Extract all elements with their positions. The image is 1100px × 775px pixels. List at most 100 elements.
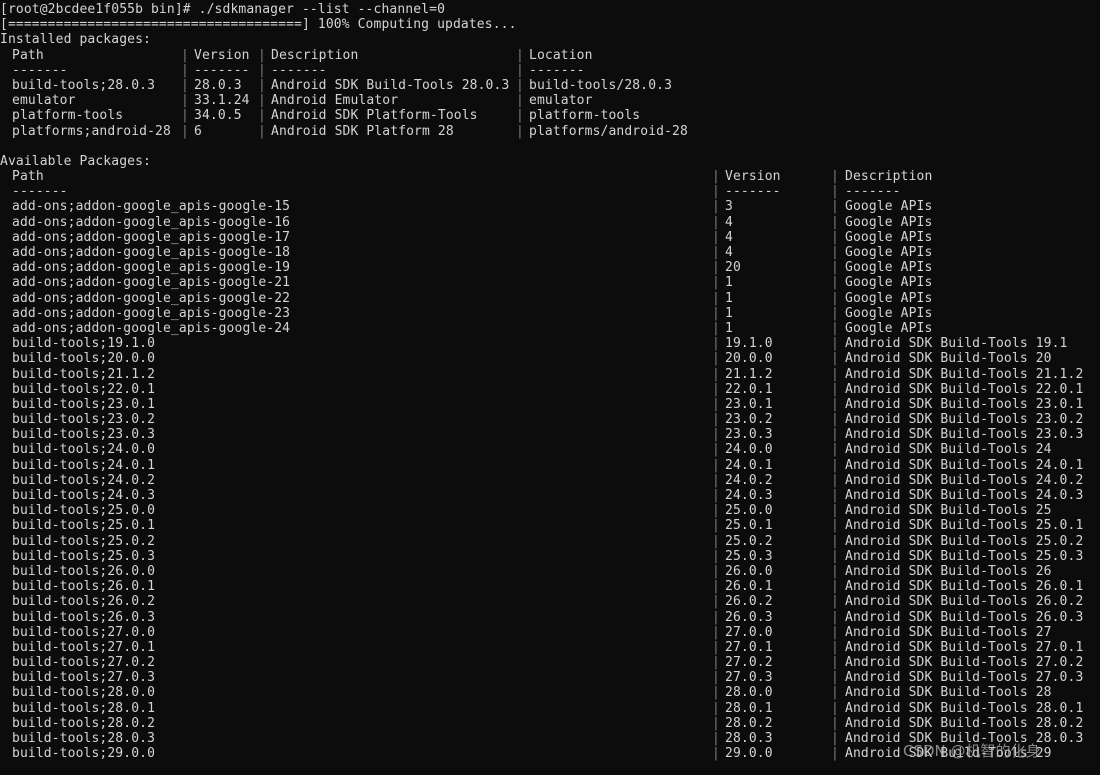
underline-location: ------- [529, 62, 585, 78]
available-cell-description: Android SDK Build-Tools 28 [845, 685, 1052, 701]
table-row: build-tools;25.0.0 | 25.0.0 | Android SDK Bu… [0, 503, 1100, 518]
available-cell-version: 29.0.0 [725, 746, 773, 762]
table-row: build-tools;28.0.3 | 28.0.3 | Android SDK Bu… [0, 731, 1100, 746]
table-row: build-tools;25.0.3 | 25.0.3 | Android SDK Bu… [0, 549, 1100, 564]
column-separator-icon: | [831, 275, 839, 291]
available-cell-path: add-ons;addon-google_apis-google-18 [12, 245, 291, 260]
available-cell-path: build-tools;28.0.1 [12, 700, 156, 716]
available-cell-version: 4 [725, 245, 733, 260]
available-cell-description: Android SDK Build-Tools 25.0.3 [845, 548, 1084, 564]
column-separator-icon: | [712, 336, 720, 352]
table-row: build-tools;24.0.0 | 24.0.0 | Android SDK Bu… [0, 442, 1100, 457]
column-separator-icon: | [831, 245, 839, 260]
column-separator-icon: | [712, 245, 720, 260]
available-cell-version: 3 [725, 199, 733, 215]
table-row: add-ons;addon-google_apis-google-24 | 1 | Go… [0, 321, 1100, 336]
table-row: build-tools;24.0.1 | 24.0.1 | Android SDK Bu… [0, 458, 1100, 473]
installed-cell-description: Android SDK Platform-Tools [271, 108, 478, 124]
table-row: add-ons;addon-google_apis-google-22 | 1 | Go… [0, 291, 1100, 306]
available-cell-description: Android SDK Build-Tools 26.0.1 [845, 579, 1084, 595]
available-cell-version: 24.0.0 [725, 442, 773, 458]
available-cell-description: Android SDK Build-Tools 26 [845, 563, 1052, 579]
available-cell-version: 23.0.2 [725, 412, 773, 428]
available-cell-path: build-tools;21.1.2 [12, 366, 156, 382]
available-cell-path: add-ons;addon-google_apis-google-19 [12, 260, 291, 276]
table-row: build-tools;27.0.1 | 27.0.1 | Android SDK Bu… [0, 640, 1100, 655]
available-cell-path: build-tools;24.0.0 [12, 442, 156, 458]
available-cell-path: build-tools;27.0.3 [12, 670, 156, 686]
column-separator-icon: | [831, 320, 839, 336]
column-separator-icon: | [831, 305, 839, 321]
terminal-window[interactable]: [root@2bcdee1f055b bin]# ./sdkmanager --… [0, 0, 1100, 775]
column-separator-icon: | [516, 108, 524, 124]
column-separator-icon: | [831, 427, 839, 443]
installed-cell-location: platform-tools [529, 108, 641, 124]
available-cell-version: 25.0.2 [725, 533, 773, 549]
column-separator-icon: | [831, 518, 839, 534]
available-cell-description: Android SDK Build-Tools 26.0.2 [845, 594, 1084, 610]
installed-cell-location: build-tools/28.0.3 [529, 77, 673, 93]
column-separator-icon: | [831, 731, 839, 746]
available-cell-path: build-tools;20.0.0 [12, 351, 156, 367]
available-cell-version: 27.0.3 [725, 670, 773, 686]
column-separator-icon: | [831, 381, 839, 397]
available-cell-description: Google APIs [845, 305, 933, 321]
column-separator-icon: | [831, 609, 839, 625]
available-cell-version: 1 [725, 320, 733, 336]
column-separator-icon: | [831, 670, 839, 686]
table-row: add-ons;addon-google_apis-google-19 | 20 | G… [0, 260, 1100, 275]
column-separator-icon: | [712, 199, 720, 215]
table-row: build-tools;26.0.1 | 26.0.1 | Android SDK Bu… [0, 579, 1100, 594]
column-separator-icon: | [831, 503, 839, 519]
column-separator-icon: | [712, 305, 720, 321]
column-separator-icon: | [831, 563, 839, 579]
column-separator-icon: | [712, 488, 720, 503]
column-separator-icon: | [712, 715, 720, 731]
table-row: platforms;android-28 | 6 | Android SDK Platf… [0, 124, 1100, 139]
available-cell-description: Android SDK Build-Tools 21.1.2 [845, 366, 1084, 382]
available-cell-description: Android SDK Build-Tools 22.0.1 [845, 381, 1084, 397]
installed-cell-path: platforms;android-28 [12, 123, 171, 139]
column-separator-icon: | [831, 685, 839, 701]
column-separator-icon: | [712, 624, 720, 640]
command-prompt-line: [root@2bcdee1f055b bin]# ./sdkmanager --… [0, 2, 446, 17]
column-separator-icon: | [831, 457, 839, 473]
installed-cell-location: platforms/android-28 [529, 123, 688, 139]
table-row: build-tools;26.0.3 | 26.0.3 | Android SDK Bu… [0, 610, 1100, 625]
column-separator-icon: | [258, 123, 266, 139]
column-separator-icon: | [831, 214, 839, 230]
column-separator-icon: | [831, 579, 839, 595]
column-separator-icon: | [712, 412, 720, 428]
available-cell-path: build-tools;26.0.1 [12, 579, 156, 595]
column-separator-icon: | [712, 260, 720, 276]
available-cell-version: 4 [725, 214, 733, 230]
available-cell-description: Android SDK Build-Tools 24.0.1 [845, 457, 1084, 473]
available-cell-description: Google APIs [845, 275, 933, 291]
underline-version: ------- [725, 184, 781, 200]
available-header-description: Description [845, 169, 933, 185]
installed-header-location: Location [529, 47, 593, 63]
available-cell-version: 28.0.0 [725, 685, 773, 701]
table-row: build-tools;28.0.2 | 28.0.2 | Android SDK Bu… [0, 716, 1100, 731]
installed-cell-path: emulator [12, 93, 76, 109]
available-cell-version: 22.0.1 [725, 381, 773, 397]
column-separator-icon: | [712, 214, 720, 230]
underline-description: ------- [845, 184, 901, 200]
column-separator-icon: | [258, 93, 266, 109]
column-separator-icon: | [181, 93, 189, 109]
table-row: build-tools;26.0.2 | 26.0.2 | Android SDK Bu… [0, 594, 1100, 609]
available-cell-path: add-ons;addon-google_apis-google-15 [12, 199, 291, 215]
available-cell-version: 23.0.3 [725, 427, 773, 443]
available-cell-version: 21.1.2 [725, 366, 773, 382]
available-packages-heading: Available Packages: [0, 153, 151, 169]
available-packages-table: add-ons;addon-google_apis-google-15 | 3 | Go… [0, 199, 1100, 761]
column-separator-icon: | [831, 624, 839, 640]
table-row: build-tools;26.0.0 | 26.0.0 | Android SDK Bu… [0, 564, 1100, 579]
column-separator-icon: | [831, 336, 839, 352]
available-cell-description: Android SDK Build-Tools 25 [845, 503, 1052, 519]
table-row: add-ons;addon-google_apis-google-23 | 1 | Go… [0, 306, 1100, 321]
column-separator-icon: | [181, 47, 189, 63]
column-separator-icon: | [516, 77, 524, 93]
installed-cell-path: build-tools;28.0.3 [12, 77, 156, 93]
available-cell-path: build-tools;26.0.0 [12, 563, 156, 579]
